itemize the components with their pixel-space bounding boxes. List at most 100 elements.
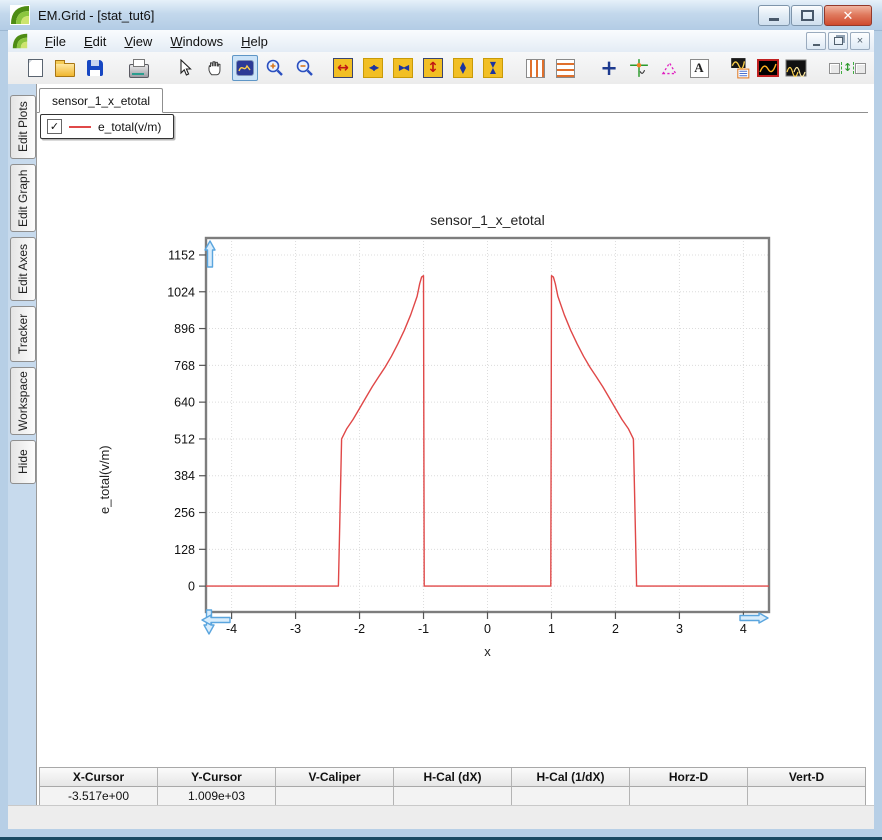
expand-x-icon[interactable]: ↔: [330, 55, 356, 81]
tracker-value-horz-d: [630, 787, 748, 806]
tracker-col-horz-d: Horz-D: [630, 768, 748, 787]
chart-title: sensor_1_x_etotal: [430, 212, 545, 228]
maximize-icon: [800, 10, 814, 21]
print-icon[interactable]: [126, 55, 152, 81]
svg-text:128: 128: [174, 543, 195, 557]
legend-box: e_total(v/m): [40, 114, 175, 139]
tracker-col-vert-d: Vert-D: [748, 768, 865, 787]
svg-text:640: 640: [174, 396, 195, 410]
multi-plot-icon[interactable]: [784, 55, 808, 81]
svg-text:2: 2: [612, 622, 619, 636]
tracker-col-x-cursor: X-Cursor: [40, 768, 158, 787]
sidebar-tab-workspace[interactable]: Workspace: [10, 367, 36, 435]
menu-help[interactable]: Help: [232, 32, 277, 51]
vertical-grid-icon[interactable]: [522, 55, 548, 81]
save-icon[interactable]: [82, 55, 108, 81]
open-file-icon[interactable]: [52, 55, 78, 81]
tracker-value-x-cursor: -3.517e+00: [40, 787, 158, 806]
svg-text:0: 0: [188, 580, 195, 594]
title-bar: EM.Grid - [stat_tut6] ✕: [0, 0, 882, 31]
caliper-triangle-icon[interactable]: [656, 55, 682, 81]
pan-hand-icon[interactable]: [202, 55, 228, 81]
legend-label: e_total(v/m): [98, 119, 162, 134]
toolbar: ↔◀▶▶◀↕▲▼▼▲+A↕↔Layout: [8, 52, 874, 85]
menu-file[interactable]: File: [36, 32, 75, 51]
svg-text:384: 384: [174, 469, 195, 483]
pointer-icon[interactable]: [172, 55, 198, 81]
mdi-close-button[interactable]: ×: [850, 32, 870, 50]
tracker-col-hcal-dx: H-Cal (dX): [394, 768, 512, 787]
svg-text:512: 512: [174, 432, 195, 446]
stretch-x-icon[interactable]: ◀▶: [360, 55, 386, 81]
tracker-value-y-cursor: 1.009e+03: [158, 787, 276, 806]
tracker-readout: X-Cursor Y-Cursor V-Caliper H-Cal (dX) H…: [39, 767, 866, 807]
menu-view[interactable]: View: [115, 32, 161, 51]
document-logo-icon: [12, 33, 28, 49]
tracker-col-v-caliper: V-Caliper: [276, 768, 394, 787]
mdi-close-icon: ×: [856, 35, 864, 47]
menu-windows[interactable]: Windows: [161, 32, 232, 51]
mdi-minimize-button[interactable]: [806, 32, 826, 50]
svg-text:-4: -4: [226, 622, 237, 636]
sidebar-tab-edit-graph[interactable]: Edit Graph: [10, 164, 36, 232]
svg-text:896: 896: [174, 322, 195, 336]
menu-bar: File Edit View Windows Help ×: [8, 30, 874, 53]
svg-text:1152: 1152: [168, 248, 195, 262]
plot-properties-icon[interactable]: [728, 55, 752, 81]
svg-text:0: 0: [484, 622, 491, 636]
app-window: EM.Grid - [stat_tut6] ✕ File Edit View W…: [0, 0, 882, 840]
mdi-restore-icon: [833, 37, 843, 45]
menu-edit[interactable]: Edit: [75, 32, 115, 51]
text-annotation-icon[interactable]: A: [686, 55, 712, 81]
app-logo-icon: [10, 5, 30, 25]
side-tab-strip: Edit Plots Edit Graph Edit Axes Tracker …: [8, 84, 36, 806]
tracker-value-vert-d: [748, 787, 865, 806]
new-document-icon[interactable]: [22, 55, 48, 81]
svg-text:-3: -3: [290, 622, 301, 636]
legend-line-sample: [69, 125, 91, 128]
mdi-restore-button[interactable]: [828, 32, 848, 50]
svg-text:1: 1: [548, 622, 555, 636]
plot-document: sensor_1_x_etotal e_total(v/m) sensor_1_…: [36, 84, 874, 807]
window-title: EM.Grid - [stat_tut6]: [38, 7, 155, 23]
sidebar-tab-edit-plots[interactable]: Edit Plots: [10, 95, 36, 159]
document-tab[interactable]: sensor_1_x_etotal: [39, 88, 164, 113]
sidebar-tab-hide[interactable]: Hide: [10, 440, 36, 484]
zoom-in-icon[interactable]: [262, 55, 288, 81]
sidebar-tab-edit-axes[interactable]: Edit Axes: [10, 237, 36, 301]
chart-plot-area[interactable]: 0 128 256 384 512 640 768 896 1024 1152 -4 -3 -2 -1 0 1…: [164, 230, 804, 670]
svg-text:256: 256: [174, 506, 195, 520]
stretch-y-icon[interactable]: ▲ ▼: [450, 55, 476, 81]
horizontal-grid-icon[interactable]: [552, 55, 578, 81]
minimize-button[interactable]: [758, 5, 790, 26]
svg-text:-1: -1: [418, 622, 429, 636]
tracker-value-v-caliper: [276, 787, 394, 806]
status-strip: [8, 805, 874, 829]
client-area: Edit Plots Edit Graph Edit Axes Tracker …: [8, 84, 874, 807]
tracker-col-hcal-1dx: H-Cal (1/dX): [512, 768, 630, 787]
maximize-button[interactable]: [791, 5, 823, 26]
fit-vertical-icon[interactable]: ↕: [828, 55, 867, 81]
edit-plot-icon[interactable]: [756, 55, 780, 81]
svg-text:1024: 1024: [167, 285, 195, 299]
close-icon: ✕: [842, 7, 854, 23]
shrink-x-icon[interactable]: ▶◀: [390, 55, 416, 81]
tracker-col-y-cursor: Y-Cursor: [158, 768, 276, 787]
close-button[interactable]: ✕: [824, 5, 872, 26]
mdi-minimize-icon: [812, 44, 820, 46]
legend-checkbox[interactable]: [47, 119, 62, 134]
svg-text:4: 4: [740, 622, 747, 636]
tracker-icon[interactable]: [626, 55, 652, 81]
minimize-icon: [769, 18, 779, 21]
zoom-out-icon[interactable]: [292, 55, 318, 81]
shrink-y-icon[interactable]: ▼ ▲: [480, 55, 506, 81]
x-axis-label: x: [484, 644, 491, 659]
zoom-box-icon[interactable]: [232, 55, 258, 81]
tracker-value-hcal-dx: [394, 787, 512, 806]
expand-y-icon[interactable]: ↕: [420, 55, 446, 81]
svg-text:-2: -2: [354, 622, 365, 636]
tracker-value-hcal-1dx: [512, 787, 630, 806]
svg-text:3: 3: [676, 622, 683, 636]
crosshair-icon[interactable]: +: [596, 55, 622, 81]
sidebar-tab-tracker[interactable]: Tracker: [10, 306, 36, 362]
